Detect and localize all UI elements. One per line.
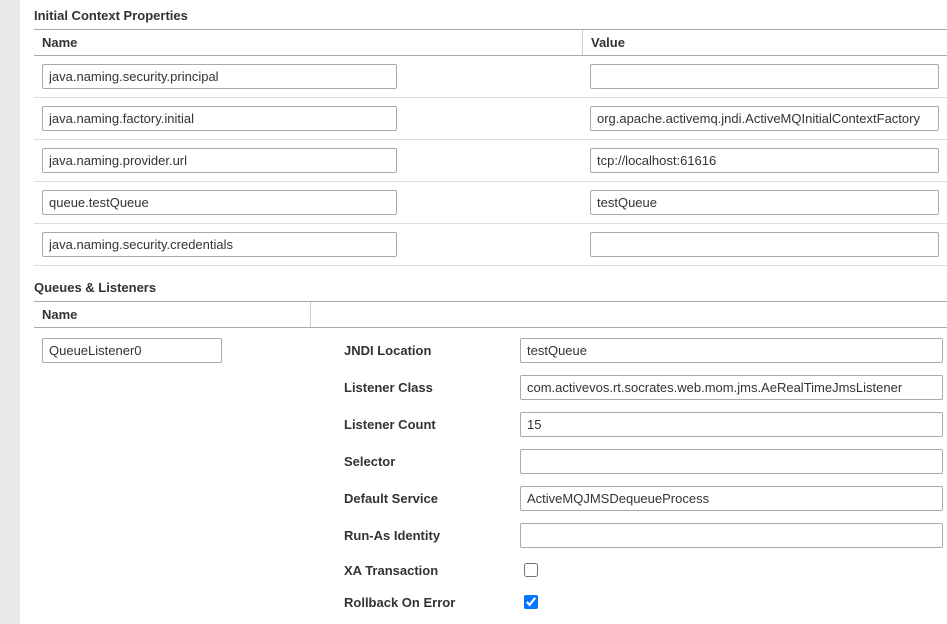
rollback-on-error-checkbox[interactable] xyxy=(524,595,538,609)
xa-transaction-checkbox[interactable] xyxy=(524,563,538,577)
queues-listeners-title: Queues & Listeners xyxy=(34,278,947,301)
table-row xyxy=(34,224,947,266)
rollback-on-error-label: Rollback On Error xyxy=(310,595,520,610)
property-value-input[interactable] xyxy=(590,190,939,215)
table-row xyxy=(34,140,947,182)
property-name-input[interactable] xyxy=(42,190,397,215)
table-row xyxy=(34,98,947,140)
default-service-label: Default Service xyxy=(310,491,520,506)
default-service-input[interactable] xyxy=(520,486,943,511)
listener-count-label: Listener Count xyxy=(310,417,520,432)
table-row xyxy=(34,56,947,98)
property-value-input[interactable] xyxy=(590,148,939,173)
header-value: Value xyxy=(582,30,947,55)
queues-header: Name xyxy=(34,301,947,328)
selector-input[interactable] xyxy=(520,449,943,474)
left-gutter xyxy=(0,0,20,624)
selector-label: Selector xyxy=(310,454,520,469)
context-properties-rows xyxy=(34,56,947,266)
property-value-input[interactable] xyxy=(590,232,939,257)
property-value-input[interactable] xyxy=(590,106,939,131)
jndi-location-input[interactable] xyxy=(520,338,943,363)
queues-header-name: Name xyxy=(34,302,310,327)
queues-header-rest xyxy=(310,302,947,327)
listener-class-label: Listener Class xyxy=(310,380,520,395)
property-name-input[interactable] xyxy=(42,148,397,173)
initial-context-title: Initial Context Properties xyxy=(34,6,947,29)
property-value-input[interactable] xyxy=(590,64,939,89)
listener-count-input[interactable] xyxy=(520,412,943,437)
table-row xyxy=(34,182,947,224)
run-as-identity-label: Run-As Identity xyxy=(310,528,520,543)
property-name-input[interactable] xyxy=(42,106,397,131)
jndi-location-label: JNDI Location xyxy=(310,343,520,358)
property-name-input[interactable] xyxy=(42,232,397,257)
run-as-identity-input[interactable] xyxy=(520,523,943,548)
header-name: Name xyxy=(34,30,582,55)
listener-class-input[interactable] xyxy=(520,375,943,400)
property-name-input[interactable] xyxy=(42,64,397,89)
xa-transaction-label: XA Transaction xyxy=(310,563,520,578)
context-properties-header: Name Value xyxy=(34,29,947,56)
queue-listener-name-input[interactable] xyxy=(42,338,222,363)
